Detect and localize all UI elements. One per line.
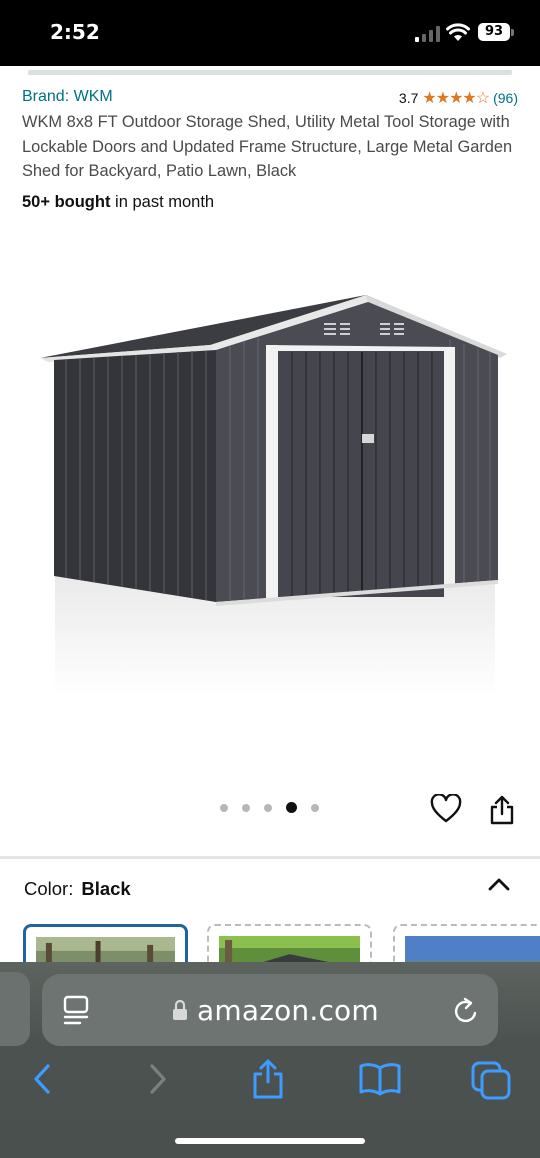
wifi-icon xyxy=(446,23,470,41)
status-bar: 2:52 93 xyxy=(0,0,540,66)
pagination-dot[interactable] xyxy=(242,803,250,812)
bought-count: 50+ bought xyxy=(22,193,111,211)
previous-tab-peek[interactable] xyxy=(0,972,30,1046)
forward-icon[interactable] xyxy=(146,1062,170,1096)
chevron-up-icon[interactable] xyxy=(486,874,512,894)
bookmarks-icon[interactable] xyxy=(358,1062,402,1096)
lock-icon xyxy=(173,999,187,1020)
color-value: Black xyxy=(81,878,131,899)
rating-summary[interactable]: 3.7 ★★★★☆ (96) xyxy=(399,88,518,108)
reader-icon[interactable] xyxy=(62,994,90,1026)
color-variation-label: Color: Black xyxy=(24,878,131,900)
share-icon[interactable] xyxy=(250,1058,286,1100)
page-top-rule xyxy=(0,66,540,78)
image-pagination[interactable] xyxy=(220,802,319,813)
rating-value: 3.7 xyxy=(398,90,419,106)
status-time: 2:52 xyxy=(50,20,100,44)
pagination-dot[interactable] xyxy=(264,803,272,812)
heart-icon[interactable] xyxy=(430,794,462,824)
battery-icon: 93 xyxy=(478,23,510,41)
signal-icon xyxy=(415,26,440,42)
brand-link[interactable]: Brand: WKM xyxy=(22,88,113,106)
review-count-link[interactable]: (96) xyxy=(493,90,518,106)
back-icon[interactable] xyxy=(30,1062,54,1096)
pagination-dot[interactable] xyxy=(220,803,228,812)
product-image[interactable] xyxy=(30,280,510,700)
color-label: Color: xyxy=(24,878,74,899)
pagination-dot[interactable] xyxy=(311,803,319,812)
brand-row: Brand: WKM 3.7 ★★★★☆ (96) xyxy=(22,86,520,108)
pagination-dot-active[interactable] xyxy=(286,802,297,813)
bought-in-past-month: 50+ bought in past month xyxy=(22,193,214,212)
star-rating-icon: ★★★★☆ xyxy=(422,90,490,107)
section-divider xyxy=(0,856,540,859)
bought-suffix: in past month xyxy=(110,193,215,211)
home-indicator xyxy=(175,1138,365,1144)
battery-tip xyxy=(511,29,514,36)
reload-icon[interactable] xyxy=(452,996,480,1026)
url-text[interactable]: amazon.com xyxy=(197,994,379,1027)
share-icon[interactable] xyxy=(488,794,516,826)
product-title: WKM 8x8 FT Outdoor Storage Shed, Utility… xyxy=(22,113,513,180)
tabs-icon[interactable] xyxy=(470,1060,512,1100)
